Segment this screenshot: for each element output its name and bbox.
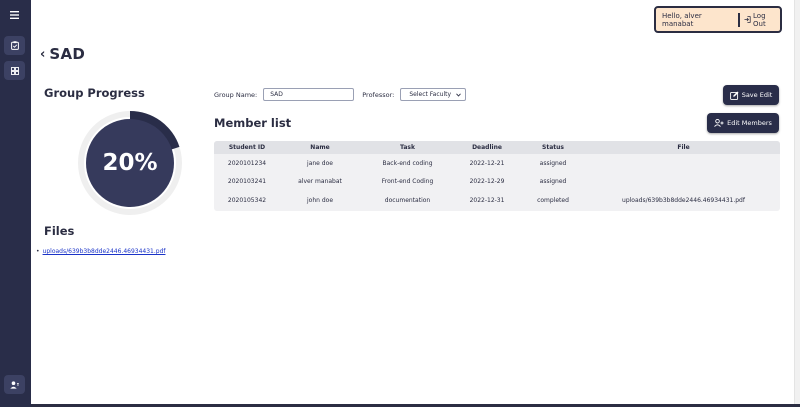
add-user-icon — [714, 119, 724, 127]
back-nav[interactable]: ‹ SAD — [40, 45, 85, 63]
table-row: 2020101234 jane doe Back-end coding 2022… — [214, 154, 780, 173]
cell-deadline: 2022-12-21 — [469, 159, 505, 167]
cell-name: john doe — [306, 196, 334, 204]
cell-name: jane doe — [307, 159, 333, 167]
cell-status: assigned — [539, 159, 567, 167]
cell-task: Front-end Coding — [381, 178, 434, 186]
logout-label: Log Out — [753, 11, 766, 28]
bullet: • — [36, 248, 40, 255]
grid-icon — [10, 66, 19, 75]
clipboard-icon — [10, 41, 19, 50]
progress-heading: Group Progress — [44, 86, 145, 100]
table-header: Student ID Name Task Deadline Status Fil… — [214, 141, 780, 154]
cell-student-id: 2020105342 — [227, 196, 267, 204]
edit-icon — [729, 91, 739, 100]
group-name-input[interactable] — [263, 88, 355, 101]
logout-icon — [744, 16, 751, 23]
progress-percent: 20% — [102, 150, 158, 176]
chevron-left-icon[interactable]: ‹ — [40, 47, 45, 62]
progress-ring: 20% — [76, 109, 184, 217]
divider — [738, 12, 741, 27]
cell-task: Back-end coding — [382, 159, 433, 167]
user-icon — [10, 380, 19, 389]
edit-members-button[interactable]: Edit Members — [707, 113, 779, 133]
file-link[interactable]: uploads/639b3b8dde2446.46934431.pdf — [43, 248, 166, 255]
menu-icon — [10, 10, 19, 19]
group-name-label: Group Name: — [214, 90, 258, 99]
professor-selected: Select Faculty — [409, 91, 452, 98]
col-file: File — [677, 144, 690, 151]
files-heading: Files — [44, 224, 75, 238]
professor-select[interactable]: Select Faculty — [400, 88, 467, 101]
logout-button[interactable]: Log Out — [744, 12, 780, 28]
col-student-id: Student ID — [228, 144, 266, 151]
cell-deadline: 2022-12-31 — [469, 196, 505, 204]
member-list-heading: Member list — [214, 116, 292, 130]
sidebar-item-profile[interactable] — [4, 375, 25, 394]
cell-file[interactable]: uploads/639b3b8dde2446.46934431.pdf — [587, 197, 780, 204]
col-deadline: Deadline — [472, 144, 502, 151]
col-name: Name — [310, 144, 330, 151]
cell-status: assigned — [539, 178, 567, 186]
sidebar-item-groups[interactable] — [4, 61, 25, 80]
table-row: 2020103241 alver manabat Front-end Codin… — [214, 173, 780, 192]
cell-deadline: 2022-12-29 — [469, 178, 505, 186]
save-edit-label: Save Edit — [741, 91, 773, 99]
cell-status: completed — [537, 196, 569, 204]
sidebar-item-tasks[interactable] — [4, 36, 25, 55]
greeting-text: Hello, alver manabat — [662, 11, 702, 28]
page-title: SAD — [49, 45, 86, 63]
cell-student-id: 2020101234 — [227, 159, 267, 167]
col-status: Status — [542, 144, 564, 151]
group-form: Group Name: Professor: Select Faculty — [214, 88, 467, 101]
file-list-item: • uploads/639b3b8dde2446.46934431.pdf — [36, 248, 166, 255]
chevron-down-icon — [456, 92, 462, 97]
sidebar — [0, 0, 31, 407]
save-edit-button[interactable]: Save Edit — [723, 85, 779, 105]
edit-members-label: Edit Members — [727, 119, 772, 127]
cell-task: documentation — [384, 196, 431, 204]
member-table: Student ID Name Task Deadline Status Fil… — [214, 141, 780, 211]
professor-label: Professor: — [362, 90, 395, 99]
user-box: Hello, alver manabat Log Out — [654, 6, 782, 33]
col-task: Task — [400, 144, 415, 151]
menu-button[interactable] — [4, 5, 25, 24]
cell-name: alver manabat — [298, 178, 342, 186]
cell-student-id: 2020103241 — [227, 178, 267, 186]
scrollbar[interactable] — [794, 0, 800, 407]
table-row: 2020105342 john doe documentation 2022-1… — [214, 191, 780, 210]
